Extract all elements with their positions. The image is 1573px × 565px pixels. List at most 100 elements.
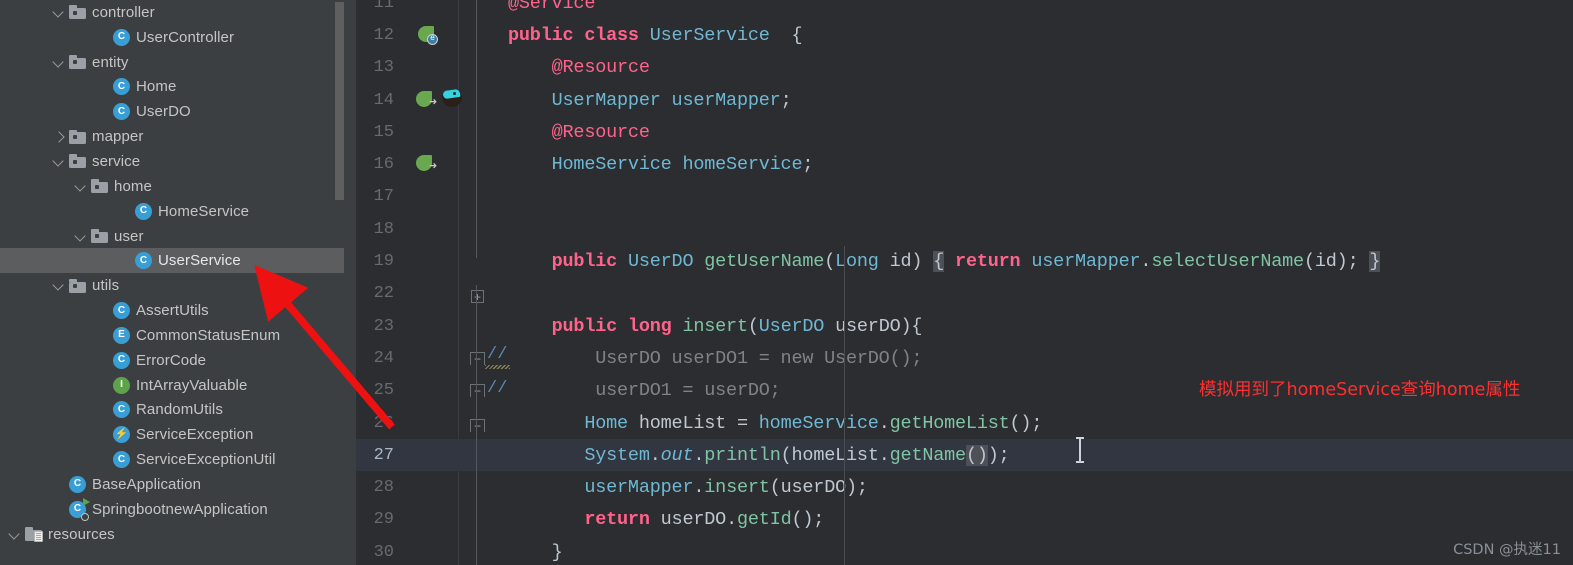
tree-item-service[interactable]: service [0, 149, 356, 174]
code-text: public class UserService { [508, 24, 803, 46]
editor-line[interactable]: 13 @Resource [356, 52, 1573, 84]
tree-item-mapper[interactable]: mapper [0, 124, 356, 149]
spring-bean-icon[interactable]: e [418, 26, 438, 46]
editor-line[interactable]: 16 ➜ HomeService homeService; [356, 148, 1573, 180]
tree-item-label: ErrorCode [136, 351, 207, 369]
indent-guide [844, 246, 845, 565]
tree-item-controller[interactable]: controller [0, 0, 356, 25]
tree-item-home[interactable]: home [0, 174, 356, 199]
tree-item-springbootnewapplication[interactable]: C SpringbootnewApplication [0, 497, 356, 522]
fold-column[interactable] [459, 116, 508, 148]
gutter-icons [402, 375, 459, 407]
tree-toggle-spacer [118, 205, 131, 218]
fold-column[interactable] [459, 52, 508, 84]
editor-line[interactable]: 11 @Service [356, 0, 1573, 19]
tree-item-randomutils[interactable]: C RandomUtils [0, 398, 356, 423]
gutter-icons [402, 342, 459, 374]
fold-column[interactable]: − [459, 536, 508, 565]
folder-icon [69, 278, 86, 293]
spring-bean-arrow-icon[interactable]: ➜ [416, 155, 437, 173]
tree-item-entity[interactable]: entity [0, 50, 356, 75]
chevron-down-icon[interactable] [52, 155, 65, 168]
tree-item-label: CommonStatusEnum [136, 326, 281, 344]
editor-line[interactable]: 19 public UserDO getUserName(Long id) { … [356, 245, 1573, 304]
tree-toggle-spacer [96, 80, 109, 93]
tree-item-label: home [114, 177, 152, 195]
sidebar-scrollbar-thumb[interactable] [335, 2, 344, 200]
chevron-right-icon[interactable] [52, 130, 65, 143]
code-text: return userDO.getId(); [584, 509, 825, 531]
editor-line[interactable]: 29 return userDO.getId(); [356, 504, 1573, 536]
fold-column[interactable] [459, 19, 508, 51]
spring-bean-arrow-icon[interactable]: ➜ [416, 90, 437, 109]
editor-line[interactable]: 28 userMapper.insert(userDO); [356, 471, 1573, 503]
editor-line[interactable]: 18 [356, 213, 1573, 245]
editor-line[interactable]: 12 e public class UserService { [356, 19, 1573, 51]
tree-item-serviceexception[interactable]: ⚡ ServiceException [0, 422, 356, 447]
fold-collapse-icon[interactable]: − [470, 540, 566, 565]
tree-item-label: SpringbootnewApplication [92, 500, 268, 518]
exception-class-icon: ⚡ [113, 426, 130, 444]
fold-column[interactable] [459, 471, 508, 503]
tree-item-userservice[interactable]: C UserService [0, 248, 356, 274]
tree-item-errorcode[interactable]: C ErrorCode [0, 348, 356, 373]
tree-item-user[interactable]: user [0, 224, 356, 249]
fold-column[interactable] [459, 148, 508, 180]
tree-item-home[interactable]: C Home [0, 75, 356, 100]
editor-line[interactable]: 22 [356, 278, 1573, 310]
fold-column[interactable] [459, 213, 508, 245]
tree-item-utils[interactable]: utils [0, 273, 356, 298]
tree-item-userdo[interactable]: C UserDO [0, 99, 356, 124]
class-icon: C [135, 252, 152, 270]
tree-item-intarrayvaluable[interactable]: I IntArrayValuable [0, 373, 356, 398]
editor-line[interactable]: 30 − } [356, 536, 1573, 565]
fold-column[interactable] [459, 84, 508, 116]
line-number: 19 [373, 252, 394, 272]
chevron-down-icon[interactable] [52, 279, 65, 292]
tree-item-resources[interactable]: resources [0, 522, 356, 547]
editor-line-current[interactable]: 27 System.out.println(homeList.getName()… [356, 439, 1573, 472]
fold-column[interactable] [459, 0, 508, 19]
chevron-down-icon[interactable] [74, 180, 87, 193]
line-number: 14 [373, 90, 394, 110]
tree-item-commonstatusenum[interactable]: E CommonStatusEnum [0, 323, 356, 348]
gutter-icons [402, 407, 459, 439]
editor-line[interactable]: 23 − public long insert(UserDO userDO){ [356, 310, 1573, 366]
project-tree-panel[interactable]: controller C UserController entity C Home C Use… [0, 0, 356, 565]
gutter-icons [402, 0, 459, 19]
fold-column[interactable] [459, 181, 508, 213]
fold-column[interactable] [459, 245, 508, 304]
chevron-down-icon[interactable] [52, 6, 65, 19]
fold-column[interactable] [459, 504, 508, 536]
project-tree[interactable]: controller C UserController entity C Home C Use… [0, 0, 356, 547]
gutter-icons[interactable]: e [402, 19, 459, 51]
tree-item-label: IntArrayValuable [136, 376, 248, 394]
text-caret [1076, 437, 1083, 463]
gutter-icons[interactable]: ➜ [402, 84, 462, 116]
editor-line[interactable]: 14 ➜ UserMapper userMapper; [356, 84, 1573, 116]
tree-toggle-spacer [96, 403, 109, 416]
fold-column[interactable] [459, 439, 508, 471]
fold-column[interactable]: − // [459, 375, 581, 433]
chevron-down-icon[interactable] [8, 528, 21, 541]
tree-item-homeservice[interactable]: C HomeService [0, 199, 356, 224]
tree-item-usercontroller[interactable]: C UserController [0, 25, 356, 50]
editor-line[interactable]: 15 @Resource [356, 116, 1573, 148]
gutter-icons[interactable]: ➜ [402, 148, 459, 180]
chevron-down-icon[interactable] [52, 56, 65, 69]
editor-line[interactable]: 24 − // UserDO userDO1 = new UserDO(); [356, 342, 1573, 398]
tree-item-baseapplication[interactable]: C BaseApplication [0, 472, 356, 497]
code-editor[interactable]: 11 @Service 12 e public class UserServic… [356, 0, 1573, 565]
fold-column[interactable] [459, 278, 508, 310]
chevron-down-icon[interactable] [74, 230, 87, 243]
fold-column[interactable] [459, 407, 508, 439]
tree-item-label: UserService [158, 252, 241, 270]
fold-column[interactable]: − // [459, 342, 581, 398]
tree-item-assertutils[interactable]: C AssertUtils [0, 298, 356, 323]
gutter-icons [402, 439, 459, 471]
tree-item-serviceexceptionutil[interactable]: C ServiceExceptionUtil [0, 447, 356, 472]
fold-column[interactable]: − [459, 310, 581, 366]
editor-line[interactable]: 17 [356, 181, 1573, 213]
editor-line[interactable]: 26 Home homeList = homeService.getHomeLi… [356, 407, 1573, 439]
code-text: } [551, 541, 563, 563]
